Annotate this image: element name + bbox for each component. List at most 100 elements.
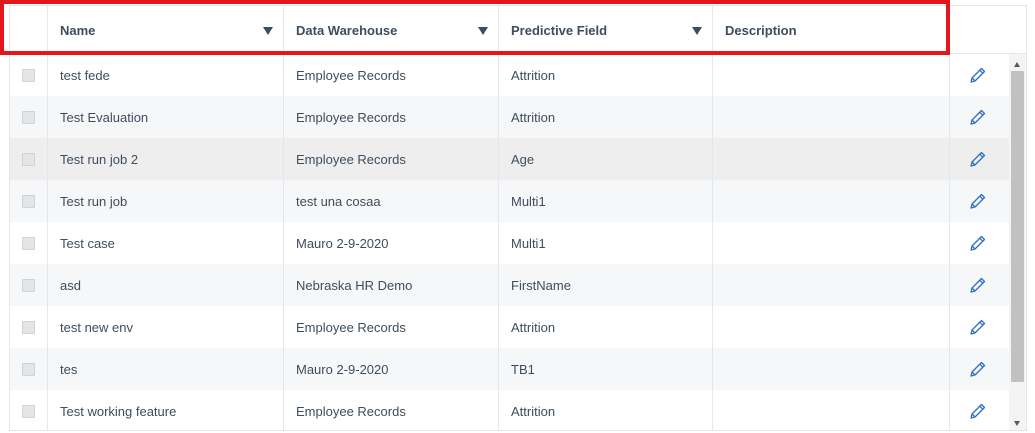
cell-name: Test run job xyxy=(48,180,284,222)
table-row[interactable]: Test Evaluation Employee Records Attrition xyxy=(10,96,1010,138)
cell-actions xyxy=(950,54,1010,96)
row-checkbox[interactable] xyxy=(22,110,35,124)
row-select-cell xyxy=(10,180,48,222)
cell-predictive-field: Attrition xyxy=(499,54,713,96)
cell-name: Test Evaluation xyxy=(48,96,284,138)
row-select-cell xyxy=(10,96,48,138)
cell-actions xyxy=(950,180,1010,222)
pencil-icon[interactable] xyxy=(968,401,988,421)
cell-predictive-field: Age xyxy=(499,138,713,180)
cell-description xyxy=(713,180,950,222)
column-header-description[interactable]: Description xyxy=(713,6,950,54)
jobs-grid: Name Data Warehouse Predictive Field Des… xyxy=(9,5,1027,431)
caret-down-icon[interactable] xyxy=(478,27,488,35)
cell-description xyxy=(713,264,950,306)
column-header-predictive-field[interactable]: Predictive Field xyxy=(499,6,713,54)
row-select-cell xyxy=(10,390,48,430)
cell-name: test new env xyxy=(48,306,284,348)
cell-name: test fede xyxy=(48,54,284,96)
pencil-icon[interactable] xyxy=(968,107,988,127)
cell-data-warehouse: Employee Records xyxy=(284,306,499,348)
cell-data-warehouse: test una cosaa xyxy=(284,180,499,222)
table-row[interactable]: test fede Employee Records Attrition xyxy=(10,54,1010,96)
cell-data-warehouse-text: Employee Records xyxy=(296,67,406,83)
pencil-icon[interactable] xyxy=(968,317,988,337)
cell-predictive-field-text: Attrition xyxy=(511,403,556,419)
cell-data-warehouse-text: Employee Records xyxy=(296,403,406,419)
cell-data-warehouse: Mauro 2-9-2020 xyxy=(284,222,499,264)
pencil-icon[interactable] xyxy=(968,149,988,169)
cell-actions xyxy=(950,222,1010,264)
row-checkbox[interactable] xyxy=(22,320,35,334)
row-checkbox[interactable] xyxy=(22,68,35,82)
cell-data-warehouse-text: Mauro 2-9-2020 xyxy=(296,235,389,251)
row-checkbox[interactable] xyxy=(22,236,35,250)
cell-predictive-field: Attrition xyxy=(499,306,713,348)
cell-name-text: Test Evaluation xyxy=(60,109,149,125)
cell-data-warehouse-text: Employee Records xyxy=(296,319,406,335)
scroll-down-arrow-icon[interactable] xyxy=(1014,421,1020,426)
cell-data-warehouse: Employee Records xyxy=(284,96,499,138)
cell-description xyxy=(713,138,950,180)
caret-down-icon[interactable] xyxy=(263,27,273,35)
table-row[interactable]: Test case Mauro 2-9-2020 Multi1 xyxy=(10,222,1010,264)
table-row[interactable]: asd Nebraska HR Demo FirstName xyxy=(10,264,1010,306)
header-actions-column xyxy=(950,6,1026,54)
vertical-scrollbar[interactable] xyxy=(1009,54,1026,430)
row-checkbox[interactable] xyxy=(22,362,35,376)
cell-name-text: Test run job 2 xyxy=(60,151,139,167)
cell-name-text: tes xyxy=(60,361,78,377)
scroll-up-arrow-icon[interactable] xyxy=(1014,62,1020,67)
cell-name-text: asd xyxy=(60,277,81,293)
row-select-cell xyxy=(10,306,48,348)
table-row[interactable]: Test working feature Employee Records Attr… xyxy=(10,390,1010,430)
cell-data-warehouse-text: test una cosaa xyxy=(296,193,381,209)
pencil-icon[interactable] xyxy=(968,359,988,379)
cell-name-text: test new env xyxy=(60,319,133,335)
cell-description xyxy=(713,306,950,348)
scrollbar-thumb[interactable] xyxy=(1011,71,1024,382)
cell-actions xyxy=(950,306,1010,348)
cell-predictive-field: Multi1 xyxy=(499,222,713,264)
cell-predictive-field: Attrition xyxy=(499,96,713,138)
cell-actions xyxy=(950,138,1010,180)
cell-data-warehouse: Mauro 2-9-2020 xyxy=(284,348,499,390)
cell-name: asd xyxy=(48,264,284,306)
cell-data-warehouse-text: Employee Records xyxy=(296,109,406,125)
cell-actions xyxy=(950,348,1010,390)
row-checkbox[interactable] xyxy=(22,152,35,166)
column-header-name-label: Name xyxy=(60,22,96,38)
pencil-icon[interactable] xyxy=(968,191,988,211)
cell-actions xyxy=(950,264,1010,306)
pencil-icon[interactable] xyxy=(968,65,988,85)
row-select-cell xyxy=(10,138,48,180)
cell-predictive-field-text: Attrition xyxy=(511,319,556,335)
caret-down-icon[interactable] xyxy=(692,27,702,35)
cell-name: Test case xyxy=(48,222,284,264)
row-select-cell xyxy=(10,222,48,264)
cell-data-warehouse-text: Employee Records xyxy=(296,151,406,167)
row-select-cell xyxy=(10,54,48,96)
table-row[interactable]: Test run job 2 Employee Records Age xyxy=(10,138,1010,180)
pencil-icon[interactable] xyxy=(968,233,988,253)
cell-predictive-field-text: Multi1 xyxy=(511,235,546,251)
table-row[interactable]: Test run job test una cosaa Multi1 xyxy=(10,180,1010,222)
cell-description xyxy=(713,54,950,96)
cell-actions xyxy=(950,96,1010,138)
cell-name: tes xyxy=(48,348,284,390)
table-row[interactable]: tes Mauro 2-9-2020 TB1 xyxy=(10,348,1010,390)
table-row[interactable]: test new env Employee Records Attrition xyxy=(10,306,1010,348)
row-checkbox[interactable] xyxy=(22,194,35,208)
cell-name-text: Test case xyxy=(60,235,115,251)
pencil-icon[interactable] xyxy=(968,275,988,295)
column-header-name[interactable]: Name xyxy=(48,6,284,54)
row-checkbox[interactable] xyxy=(22,278,35,292)
cell-description xyxy=(713,222,950,264)
cell-name-text: Test run job xyxy=(60,193,128,209)
cell-predictive-field-text: Age xyxy=(511,151,535,167)
row-checkbox[interactable] xyxy=(22,404,35,418)
cell-predictive-field-text: Attrition xyxy=(511,109,556,125)
cell-predictive-field: FirstName xyxy=(499,264,713,306)
column-header-predictive-field-label: Predictive Field xyxy=(511,22,608,38)
column-header-data-warehouse[interactable]: Data Warehouse xyxy=(284,6,499,54)
